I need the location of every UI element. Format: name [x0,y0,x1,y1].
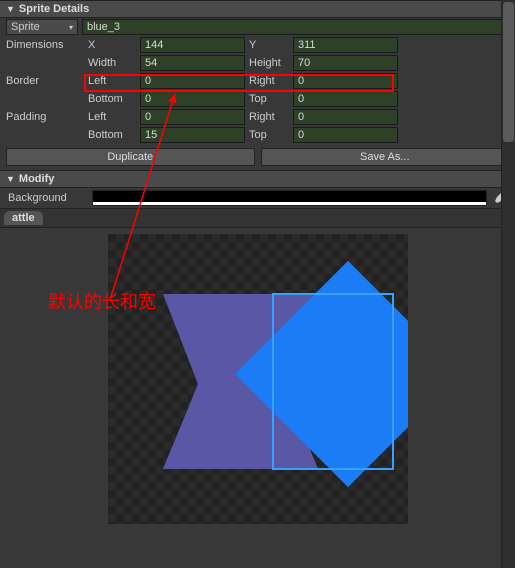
sprite-type-value: Sprite [11,21,40,33]
padding-right-input[interactable] [293,109,398,125]
duplicate-button[interactable]: Duplicate [6,148,255,166]
border-bottom-input[interactable] [140,91,245,107]
y-label: Y [249,39,289,51]
dimensions-row-xy: Dimensions X Y [0,36,515,54]
border-row-1: Border Left Right [0,72,515,90]
padding-label: Padding [6,111,84,123]
sprite-type-dropdown[interactable]: Sprite ▾ [6,19,78,35]
padding-left-label: Left [88,111,136,123]
preview-area [0,228,515,528]
padding-right-label: Right [249,111,289,123]
padding-left-input[interactable] [140,109,245,125]
border-bottom-label: Bottom [88,93,136,105]
border-row-2: Bottom Top [0,90,515,108]
height-input[interactable] [293,55,398,71]
padding-bottom-input[interactable] [140,127,245,143]
sprite-preview[interactable] [108,234,408,524]
collapse-triangle-icon: ▼ [6,174,15,184]
modify-title: Modify [19,173,54,185]
sprite-row: Sprite ▾ [0,18,515,36]
padding-top-input[interactable] [293,127,398,143]
border-right-label: Right [249,75,289,87]
button-row: Duplicate Save As... [0,144,515,170]
sprite-shape [108,234,408,524]
sprite-details-header[interactable]: ▼ Sprite Details [0,0,515,18]
border-top-input[interactable] [293,91,398,107]
x-label: X [88,39,136,51]
y-input[interactable] [293,37,398,53]
sprite-name-input[interactable] [82,19,509,35]
sprite-details-panel: ▼ Sprite Details Sprite ▾ Dimensions X Y… [0,0,515,528]
height-label: Height [249,57,289,69]
border-top-label: Top [249,93,289,105]
tab-attle[interactable]: attle [4,211,43,225]
modify-header[interactable]: ▼ Modify [0,170,515,188]
chevron-down-icon: ▾ [69,23,73,32]
vertical-scrollbar[interactable] [501,0,515,568]
section-title: Sprite Details [19,3,89,15]
border-label: Border [6,75,84,87]
border-right-input[interactable] [293,73,398,89]
padding-top-label: Top [249,129,289,141]
alpha-bar [93,202,486,205]
border-left-label: Left [88,75,136,87]
padding-bottom-label: Bottom [88,129,136,141]
collapse-triangle-icon: ▼ [6,4,15,14]
x-input[interactable] [140,37,245,53]
dimensions-label: Dimensions [6,39,84,51]
save-as-button[interactable]: Save As... [261,148,510,166]
padding-row-2: Bottom Top [0,126,515,144]
background-label: Background [8,192,86,204]
border-left-input[interactable] [140,73,245,89]
background-row: Background [0,188,515,208]
dimensions-row-wh: Width Height [0,54,515,72]
tab-strip: attle [0,208,515,228]
root: ▼ Sprite Details Sprite ▾ Dimensions X Y… [0,0,515,568]
width-label: Width [88,57,136,69]
background-color-swatch[interactable] [92,190,487,206]
padding-row-1: Padding Left Right [0,108,515,126]
width-input[interactable] [140,55,245,71]
scrollbar-thumb[interactable] [503,2,514,142]
